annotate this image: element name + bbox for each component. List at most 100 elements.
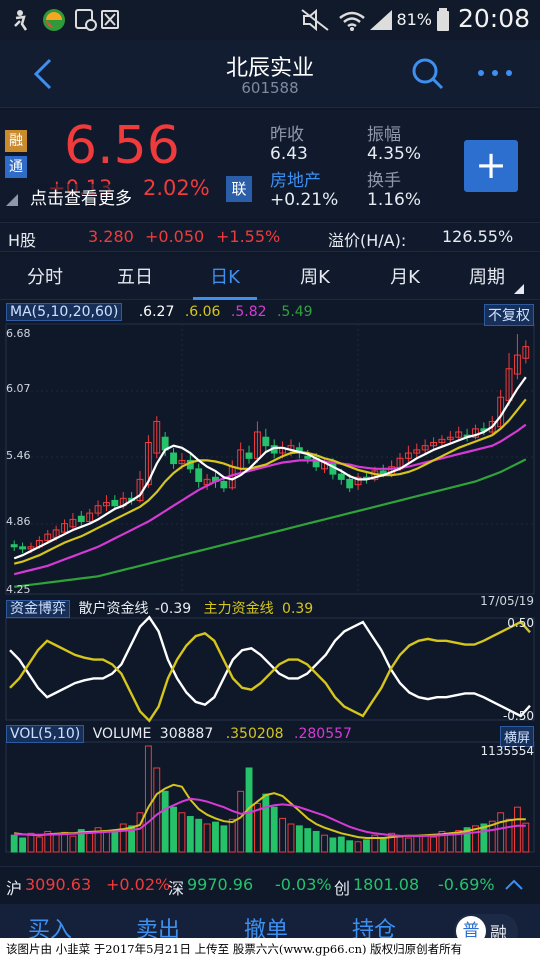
- vol-ma5-value: .350208: [225, 726, 284, 742]
- sz-index-value: 9970.96: [187, 875, 254, 894]
- volume-bar: [279, 817, 287, 853]
- volume-bar: [203, 823, 211, 853]
- no-image-icon: [101, 10, 119, 29]
- runner-icon: [14, 10, 28, 31]
- notification-icons: [14, 9, 119, 31]
- volume-bar: [111, 830, 119, 853]
- volume-bar: [186, 816, 194, 853]
- adjust-button[interactable]: 不复权: [484, 304, 534, 326]
- turnover-value: 1.16%: [367, 190, 422, 210]
- retail-fund-line: [9, 615, 531, 718]
- volume-bar: [212, 821, 219, 853]
- tab-period-label: 周期: [469, 267, 505, 288]
- volume-bar: [52, 833, 60, 853]
- battery-level: 81%: [396, 10, 432, 29]
- sh-index-label: 沪: [6, 879, 23, 898]
- index-bar[interactable]: 沪 3090.63 +0.02% 深 9970.96 -0.03% 创 1801…: [0, 866, 540, 902]
- volume-bar: [513, 806, 521, 853]
- ma10-line: [13, 398, 527, 565]
- image-caption: 该图片由 小韭菜 于2017年5月21日 上传至 股票六六(www.gp66.c…: [0, 938, 540, 960]
- volume-bar: [103, 830, 110, 853]
- amplitude-value: 4.35%: [367, 144, 422, 164]
- candle-body: [245, 452, 253, 459]
- volume-bar: [69, 835, 77, 853]
- prev-close-value: 6.43: [270, 144, 308, 164]
- volume-bar: [321, 834, 328, 853]
- retail-line-label: 散户资金线: [78, 601, 149, 617]
- volume-bar: [304, 828, 312, 853]
- volume-ma5-line: [14, 783, 526, 839]
- volume-bar: [153, 767, 161, 853]
- signal-icon: [370, 10, 392, 30]
- corner-triangle-icon: [6, 194, 18, 206]
- vol-ma10-value: .280557: [294, 726, 352, 742]
- ma-lines: [13, 376, 527, 588]
- volume-bar: [404, 837, 412, 853]
- volume-bar: [61, 831, 68, 853]
- stock-name: 北辰实业: [225, 56, 314, 81]
- search-icon[interactable]: [410, 56, 446, 92]
- premium-value: 126.55%: [442, 227, 514, 246]
- volume-bar: [312, 830, 320, 853]
- candle-body: [262, 436, 270, 447]
- fund-legend-label[interactable]: 资金博弈: [6, 600, 70, 618]
- h-share-price: 3.280: [88, 227, 134, 246]
- candle-body: [77, 515, 85, 523]
- wifi-icon: [339, 11, 365, 31]
- volume-bar: [446, 832, 454, 853]
- volume-ma10-line: [14, 797, 526, 838]
- candle-body: [220, 480, 228, 489]
- vol-legend-label[interactable]: VOL(5,10): [6, 725, 85, 743]
- sector-link[interactable]: 房地产: [270, 166, 321, 191]
- quote-panel[interactable]: 融 通 6.56 +0.13 2.02% 点击查看更多 联 昨收 6.43 房地…: [0, 110, 540, 218]
- volume-bar: [228, 818, 236, 853]
- chevron-up-icon[interactable]: [504, 877, 524, 891]
- chart-area[interactable]: MA(5,10,20,60) .6.27 .6.06 .5.82 .5.49 不…: [0, 300, 540, 860]
- volume-bar: [144, 745, 152, 853]
- volume-bar: [329, 837, 337, 853]
- h-share-label: H股: [8, 231, 37, 250]
- add-watchlist-button[interactable]: +: [464, 140, 518, 192]
- vol-axis-max: 1135554: [480, 744, 534, 758]
- sz-index-label: 深: [168, 879, 185, 898]
- volume-bar: [10, 834, 18, 853]
- linked-tag[interactable]: 联: [226, 176, 252, 202]
- volume-bar: [35, 836, 43, 853]
- ma20-value: .5.82: [230, 304, 267, 320]
- volume-bar: [379, 838, 387, 853]
- volume-bar: [363, 839, 370, 853]
- panel-border: [5, 323, 535, 595]
- candle-body: [195, 468, 203, 482]
- mute-icon: [301, 8, 329, 32]
- view-more-tip[interactable]: 点击查看更多: [30, 184, 132, 209]
- volume-bar: [161, 790, 169, 853]
- amplitude-label: 振幅: [367, 125, 401, 145]
- volume-bars: [10, 745, 530, 853]
- h-share-row[interactable]: H股 3.280 +0.050 +1.55% 溢价(H/A): 126.55%: [0, 222, 540, 252]
- ma-legend-label[interactable]: MA(5,10,20,60): [6, 303, 123, 321]
- chart-canvas[interactable]: [0, 300, 540, 860]
- cy-index-label: 创: [334, 879, 351, 898]
- volume-bar: [178, 812, 186, 853]
- main-line-label: 主力资金线: [203, 601, 274, 617]
- current-price: 6.56: [64, 116, 180, 176]
- panel-border: [5, 741, 535, 853]
- volume-bar: [287, 823, 295, 853]
- h-share-change-pct: +1.55%: [216, 227, 281, 246]
- volume-bar: [237, 790, 245, 853]
- fund-lines: [9, 615, 531, 723]
- volume-value: 308887: [159, 726, 214, 742]
- connect-tag: 通: [5, 156, 27, 178]
- volume-bar: [27, 832, 35, 853]
- calendar-check-icon: [75, 9, 97, 31]
- period-dropdown-icon: [514, 284, 524, 294]
- volume-bar: [262, 793, 270, 853]
- prev-close-label: 昨收: [270, 125, 304, 145]
- volume-bar: [421, 834, 429, 853]
- volume-bar: [430, 836, 437, 853]
- fund-axis-bottom: -0.50: [502, 709, 534, 723]
- volume-bar: [86, 832, 94, 853]
- more-icon[interactable]: [476, 68, 516, 78]
- candle-body: [111, 499, 119, 507]
- volume-bar: [413, 835, 421, 853]
